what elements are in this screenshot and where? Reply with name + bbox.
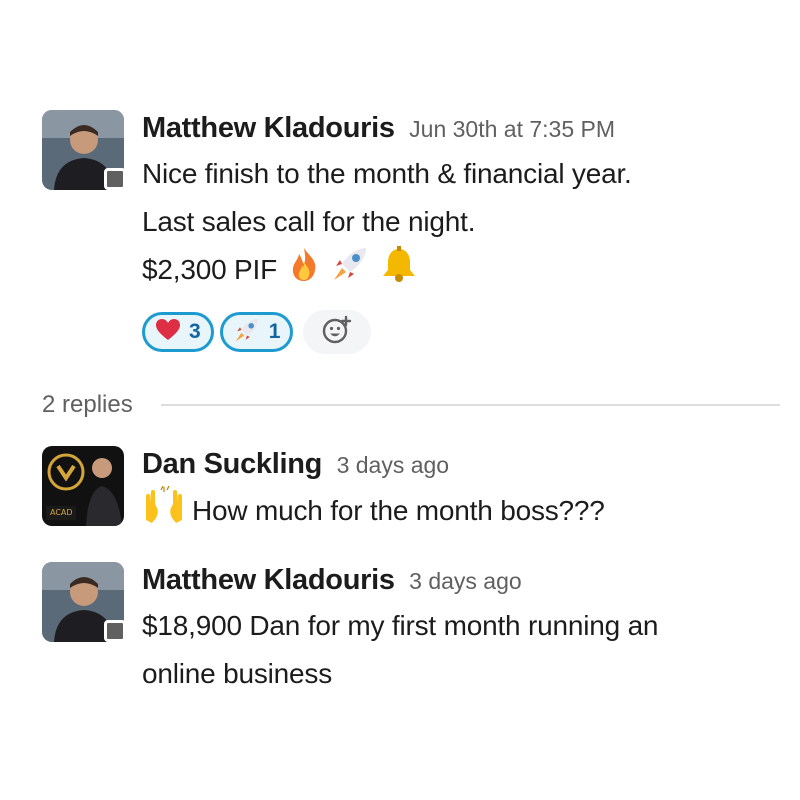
reaction-heart[interactable]: 3 xyxy=(142,312,214,352)
message-line: online business xyxy=(142,658,333,689)
author-name[interactable]: Matthew Kladouris xyxy=(142,112,395,144)
avatar[interactable]: ACAD xyxy=(42,446,124,526)
reply-message: ACAD Dan Suckling 3 days ago How much fo… xyxy=(42,444,780,534)
timestamp[interactable]: 3 days ago xyxy=(409,568,522,594)
timestamp[interactable]: 3 days ago xyxy=(337,452,450,478)
author-name[interactable]: Dan Suckling xyxy=(142,448,322,480)
author-name[interactable]: Matthew Kladouris xyxy=(142,564,395,596)
presence-indicator xyxy=(104,168,126,190)
raising-hands-icon xyxy=(142,485,186,539)
add-reaction-icon xyxy=(322,315,352,350)
avatar-badge-text: ACAD xyxy=(50,508,73,517)
message-body: Matthew Kladouris Jun 30th at 7:35 PM Ni… xyxy=(142,108,780,297)
reaction-count: 1 xyxy=(268,320,281,343)
message-text: How much for the month boss??? xyxy=(142,485,780,539)
heart-icon xyxy=(155,318,181,347)
message-line: $18,900 Dan for my first month running a… xyxy=(142,610,659,641)
presence-indicator xyxy=(104,620,126,642)
thread-replies-row: 2 replies xyxy=(42,388,780,422)
timestamp[interactable]: Jun 30th at 7:35 PM xyxy=(409,116,615,142)
message-line-with-emoji: $2,300 PIF xyxy=(142,246,780,297)
rocket-icon xyxy=(233,317,261,348)
reaction-rocket[interactable]: 1 xyxy=(219,312,294,352)
reactions-bar: 3 1 xyxy=(142,310,372,354)
add-reaction-button[interactable] xyxy=(303,310,372,354)
parent-message: Matthew Kladouris Jun 30th at 7:35 PM Ni… xyxy=(42,108,780,358)
reply-message: Matthew Kladouris 3 days ago $18,900 Dan… xyxy=(42,560,780,700)
message-line: $2,300 PIF xyxy=(142,254,277,285)
message-body: Dan Suckling 3 days ago How much for the… xyxy=(142,444,780,539)
bell-icon xyxy=(380,246,418,297)
message-header: Dan Suckling 3 days ago xyxy=(142,444,780,484)
message-header: Matthew Kladouris Jun 30th at 7:35 PM xyxy=(142,108,780,148)
divider xyxy=(160,404,780,406)
message-header: Matthew Kladouris 3 days ago xyxy=(142,560,780,600)
fire-icon xyxy=(287,246,321,297)
rocket-icon xyxy=(330,246,370,297)
message-line: Last sales call for the night. xyxy=(142,206,476,237)
message-body: Matthew Kladouris 3 days ago $18,900 Dan… xyxy=(142,560,780,698)
message-text: $18,900 Dan for my first month running a… xyxy=(142,602,780,698)
message-line: How much for the month boss??? xyxy=(192,494,605,526)
message-text: Nice finish to the month & financial yea… xyxy=(142,150,780,297)
message-line: Nice finish to the month & financial yea… xyxy=(142,158,632,189)
replies-count[interactable]: 2 replies xyxy=(42,391,133,419)
reaction-count: 3 xyxy=(189,320,201,343)
